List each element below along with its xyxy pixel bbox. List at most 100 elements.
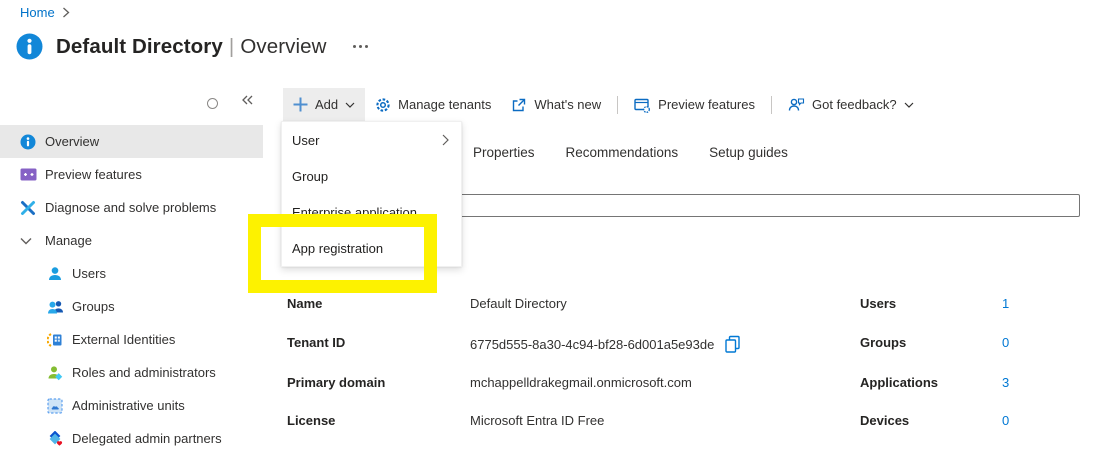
sidebar-item-roles[interactable]: Roles and administrators [0, 356, 263, 389]
info-icon [16, 33, 43, 60]
property-label: Name [287, 296, 470, 311]
sidebar-item-label: Overview [45, 134, 99, 149]
stat-label: Users [860, 296, 1002, 311]
sidebar-item-label: Administrative units [72, 398, 185, 413]
stat-label: Applications [860, 375, 1002, 390]
property-row-license: License Microsoft Entra ID Free [287, 413, 604, 428]
command-bar: Add Manage tenants What's new Preview fe… [0, 88, 1111, 121]
whats-new-label: What's new [534, 97, 601, 112]
breadcrumb: Home [20, 5, 70, 20]
page-title-name: Default Directory [56, 35, 223, 58]
preview-purple-icon [20, 168, 37, 181]
sidebar-item-label: Manage [45, 233, 92, 248]
property-row-tenant-id: Tenant ID 6775d555-8a30-4c94-bf28-6d001a… [287, 335, 741, 353]
breadcrumb-home-link[interactable]: Home [20, 5, 55, 20]
property-label: License [287, 413, 470, 428]
stat-value-link[interactable]: 1 [1002, 296, 1009, 311]
roles-admin-icon [47, 365, 63, 381]
preview-features-label: Preview features [658, 97, 755, 112]
add-button-label: Add [315, 97, 338, 112]
person-feedback-icon [788, 97, 805, 113]
sidebar-item-groups[interactable]: Groups [0, 290, 263, 323]
stat-row-groups: Groups 0 [860, 335, 1009, 350]
sidebar-item-label: Roles and administrators [72, 365, 216, 380]
external-identities-icon [47, 332, 63, 348]
stat-row-applications: Applications 3 [860, 375, 1009, 390]
got-feedback-label: Got feedback? [812, 97, 897, 112]
sidebar-item-users[interactable]: Users [0, 257, 263, 290]
tab-recommendations[interactable]: Recommendations [566, 143, 679, 162]
preview-features-icon [634, 97, 651, 113]
manage-tenants-label: Manage tenants [398, 97, 491, 112]
sidebar-item-label: Users [72, 266, 106, 281]
sidebar-item-diagnose[interactable]: Diagnose and solve problems [0, 191, 263, 224]
stat-row-devices: Devices 0 [860, 413, 1009, 428]
open-in-new-icon [511, 97, 527, 113]
page-title-section: Overview [240, 35, 326, 58]
sidebar-item-label: Diagnose and solve problems [45, 200, 216, 215]
sidebar-item-delegated-admin[interactable]: Delegated admin partners [0, 422, 263, 455]
more-options-icon[interactable] [349, 41, 372, 52]
breadcrumb-chevron-icon [62, 7, 70, 18]
toolbar-separator [617, 96, 618, 114]
property-value: Microsoft Entra ID Free [470, 413, 604, 428]
page-title-separator: | [223, 35, 240, 58]
chevron-down-icon [20, 237, 32, 245]
whats-new-button[interactable]: What's new [501, 88, 611, 121]
admin-units-icon [47, 398, 63, 414]
gear-icon [375, 97, 391, 113]
sidebar-item-external-identities[interactable]: External Identities [0, 323, 263, 356]
menu-item-label: Group [292, 169, 328, 184]
search-input[interactable] [455, 194, 1080, 217]
manage-tenants-button[interactable]: Manage tenants [365, 88, 501, 121]
sidebar-item-label: Delegated admin partners [72, 431, 222, 446]
menu-item-user[interactable]: User [282, 122, 461, 158]
add-dropdown-menu: User Group Enterprise application App re… [281, 121, 462, 267]
stat-row-users: Users 1 [860, 296, 1009, 311]
property-value: Default Directory [470, 296, 567, 311]
copy-button[interactable] [724, 335, 741, 353]
tab-setup-guides[interactable]: Setup guides [709, 143, 788, 162]
preview-features-button[interactable]: Preview features [624, 88, 765, 121]
chevron-down-icon [904, 102, 914, 108]
menu-item-label: User [292, 133, 319, 148]
toolbar-separator [771, 96, 772, 114]
sidebar-item-overview[interactable]: Overview [0, 125, 263, 158]
menu-item-group[interactable]: Group [282, 158, 461, 194]
menu-item-app-registration[interactable]: App registration [282, 230, 461, 266]
property-row-primary-domain: Primary domain mchappelldrakegmail.onmic… [287, 375, 692, 390]
info-icon [20, 134, 36, 150]
property-row-name: Name Default Directory [287, 296, 567, 311]
chevron-right-icon [442, 134, 449, 146]
diagnose-tools-icon [20, 200, 36, 216]
property-value: 6775d555-8a30-4c94-bf28-6d001a5e93de [470, 335, 741, 353]
page-title: Default Directory|Overview [56, 35, 327, 59]
stat-label: Devices [860, 413, 1002, 428]
groups-icon [47, 299, 64, 315]
sidebar-item-preview-features[interactable]: Preview features [0, 158, 263, 191]
stat-value-link[interactable]: 0 [1002, 335, 1009, 350]
tenant-id-value: 6775d555-8a30-4c94-bf28-6d001a5e93de [470, 337, 714, 352]
sidebar-nav: Overview Preview features Diagnose and s… [0, 125, 263, 455]
user-icon [47, 266, 63, 282]
tab-bar: Properties Recommendations Setup guides [473, 143, 788, 162]
property-label: Primary domain [287, 375, 470, 390]
menu-item-label: App registration [292, 241, 383, 256]
sidebar-item-manage[interactable]: Manage [0, 224, 263, 257]
plus-icon [293, 97, 308, 112]
copy-icon [724, 335, 741, 353]
menu-item-label: Enterprise application [292, 205, 417, 220]
sidebar-item-admin-units[interactable]: Administrative units [0, 389, 263, 422]
stat-value-link[interactable]: 3 [1002, 375, 1009, 390]
menu-item-enterprise-application[interactable]: Enterprise application [282, 194, 461, 230]
chevron-down-icon [345, 102, 355, 108]
add-button[interactable]: Add [283, 88, 365, 121]
stat-value-link[interactable]: 0 [1002, 413, 1009, 428]
got-feedback-button[interactable]: Got feedback? [778, 88, 924, 121]
stat-label: Groups [860, 335, 1002, 350]
sidebar-item-label: External Identities [72, 332, 175, 347]
tab-properties[interactable]: Properties [473, 143, 535, 162]
property-value: mchappelldrakegmail.onmicrosoft.com [470, 375, 692, 390]
property-label: Tenant ID [287, 335, 470, 353]
sidebar-item-label: Preview features [45, 167, 142, 182]
